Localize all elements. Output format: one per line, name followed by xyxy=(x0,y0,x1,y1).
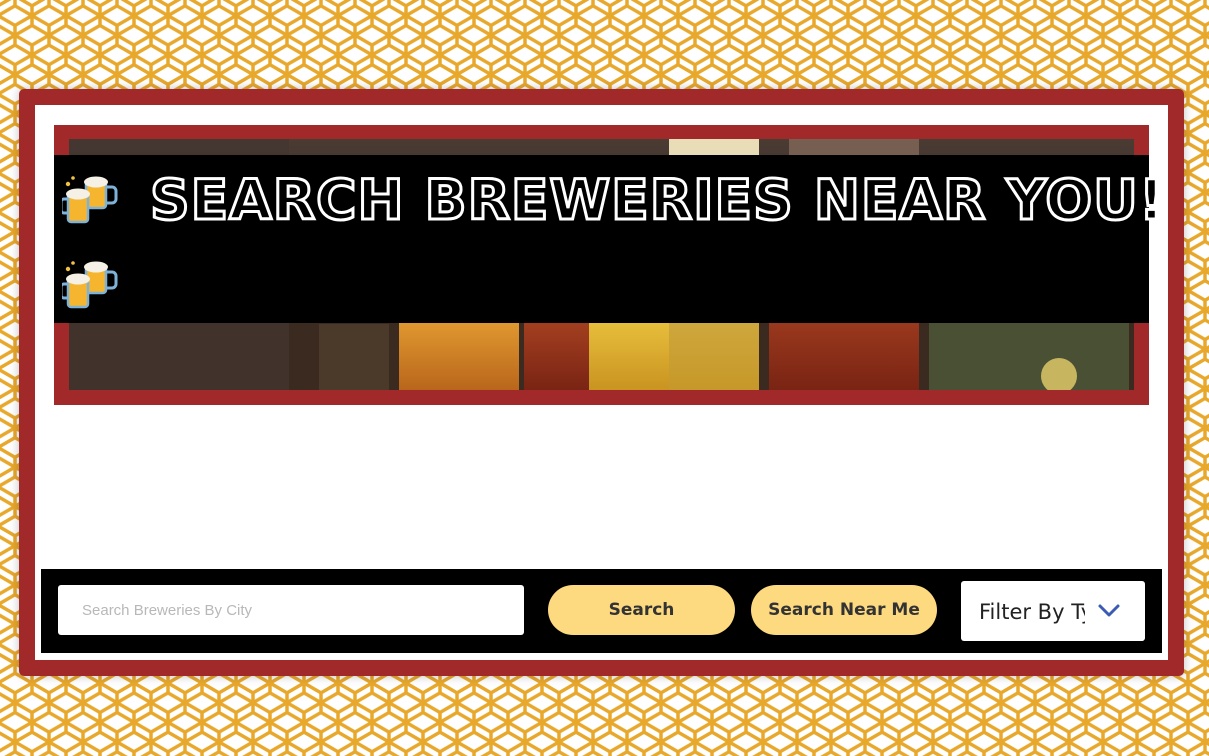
search-near-me-button[interactable]: Search Near Me xyxy=(751,585,937,635)
filter-selected-value: Filter By Type xyxy=(979,600,1085,624)
page-title: SEARCH BREWERIES NEAR YOU! xyxy=(149,167,1166,234)
filter-by-type-select[interactable]: Filter By Type xyxy=(961,581,1145,641)
search-button[interactable]: Search xyxy=(548,585,735,635)
beer-mugs-icon xyxy=(62,261,118,309)
city-search-input[interactable] xyxy=(58,585,524,635)
chevron-down-icon xyxy=(1098,604,1120,617)
beer-mugs-icon xyxy=(62,176,118,224)
